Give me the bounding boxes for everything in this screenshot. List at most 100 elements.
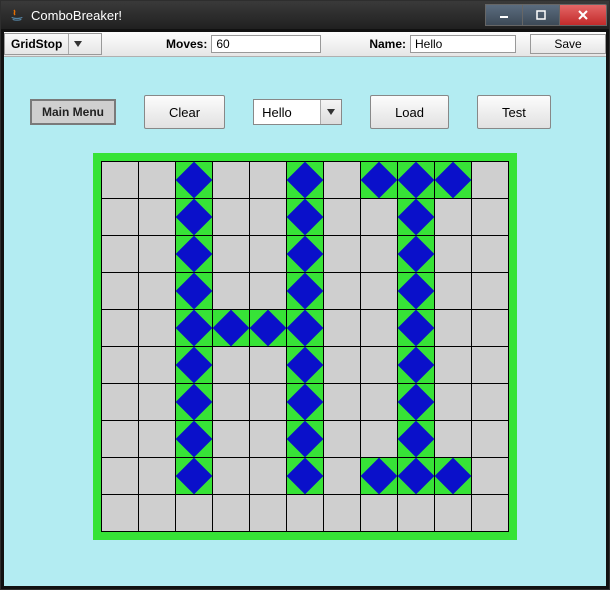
grid-cell[interactable] xyxy=(102,236,138,272)
grid-cell[interactable] xyxy=(435,199,471,235)
grid-cell[interactable] xyxy=(287,495,323,531)
grid-cell[interactable] xyxy=(102,310,138,346)
grid-cell[interactable] xyxy=(287,236,323,272)
grid-cell[interactable] xyxy=(139,199,175,235)
grid-cell[interactable] xyxy=(176,236,212,272)
grid-cell[interactable] xyxy=(139,458,175,494)
grid-cell[interactable] xyxy=(287,347,323,383)
puzzle-select[interactable]: Hello xyxy=(253,99,342,125)
grid-cell[interactable] xyxy=(435,162,471,198)
grid-cell[interactable] xyxy=(435,458,471,494)
grid-cell[interactable] xyxy=(250,495,286,531)
grid-cell[interactable] xyxy=(176,199,212,235)
grid-cell[interactable] xyxy=(139,310,175,346)
grid-cell[interactable] xyxy=(213,384,249,420)
grid-cell[interactable] xyxy=(361,162,397,198)
grid-cell[interactable] xyxy=(435,495,471,531)
grid-cell[interactable] xyxy=(398,162,434,198)
grid-cell[interactable] xyxy=(361,310,397,346)
close-button[interactable] xyxy=(559,4,607,26)
grid-cell[interactable] xyxy=(250,162,286,198)
grid-cell[interactable] xyxy=(250,347,286,383)
grid-cell[interactable] xyxy=(139,236,175,272)
grid-cell[interactable] xyxy=(250,310,286,346)
clear-button[interactable]: Clear xyxy=(144,95,225,129)
grid-cell[interactable] xyxy=(102,273,138,309)
grid-cell[interactable] xyxy=(139,495,175,531)
grid-cell[interactable] xyxy=(398,273,434,309)
grid-cell[interactable] xyxy=(176,347,212,383)
minimize-button[interactable] xyxy=(485,4,523,26)
mode-select[interactable]: GridStop xyxy=(4,33,102,55)
grid-cell[interactable] xyxy=(361,421,397,457)
grid-cell[interactable] xyxy=(472,421,508,457)
grid-cell[interactable] xyxy=(287,421,323,457)
name-input[interactable] xyxy=(410,35,516,53)
grid-cell[interactable] xyxy=(435,384,471,420)
grid-cell[interactable] xyxy=(102,495,138,531)
grid-cell[interactable] xyxy=(361,347,397,383)
grid-cell[interactable] xyxy=(324,199,360,235)
grid-cell[interactable] xyxy=(398,421,434,457)
grid-cell[interactable] xyxy=(176,273,212,309)
load-button[interactable]: Load xyxy=(370,95,449,129)
grid-cell[interactable] xyxy=(176,495,212,531)
grid-cell[interactable] xyxy=(102,347,138,383)
grid-cell[interactable] xyxy=(398,310,434,346)
grid-cell[interactable] xyxy=(435,421,471,457)
grid-cell[interactable] xyxy=(287,384,323,420)
grid-cell[interactable] xyxy=(472,273,508,309)
grid-cell[interactable] xyxy=(435,310,471,346)
grid-cell[interactable] xyxy=(139,421,175,457)
titlebar[interactable]: ComboBreaker! xyxy=(1,1,609,29)
grid-cell[interactable] xyxy=(176,310,212,346)
grid-cell[interactable] xyxy=(472,199,508,235)
grid-cell[interactable] xyxy=(324,273,360,309)
grid-cell[interactable] xyxy=(435,236,471,272)
grid-cell[interactable] xyxy=(213,495,249,531)
grid-cell[interactable] xyxy=(435,347,471,383)
save-button[interactable]: Save xyxy=(530,34,606,54)
grid-cell[interactable] xyxy=(213,310,249,346)
grid-cell[interactable] xyxy=(287,310,323,346)
grid-cell[interactable] xyxy=(139,384,175,420)
test-button[interactable]: Test xyxy=(477,95,551,129)
grid-cell[interactable] xyxy=(250,421,286,457)
grid-cell[interactable] xyxy=(361,199,397,235)
grid-cell[interactable] xyxy=(176,458,212,494)
grid-cell[interactable] xyxy=(398,458,434,494)
grid-cell[interactable] xyxy=(472,384,508,420)
grid-cell[interactable] xyxy=(287,199,323,235)
grid-cell[interactable] xyxy=(324,384,360,420)
grid-cell[interactable] xyxy=(324,310,360,346)
grid-cell[interactable] xyxy=(361,384,397,420)
grid-cell[interactable] xyxy=(324,495,360,531)
grid-cell[interactable] xyxy=(398,347,434,383)
grid-cell[interactable] xyxy=(398,236,434,272)
editor-grid[interactable] xyxy=(101,161,509,532)
grid-cell[interactable] xyxy=(472,458,508,494)
grid-cell[interactable] xyxy=(398,495,434,531)
grid-cell[interactable] xyxy=(102,421,138,457)
maximize-button[interactable] xyxy=(522,4,560,26)
grid-cell[interactable] xyxy=(361,273,397,309)
grid-cell[interactable] xyxy=(287,458,323,494)
grid-cell[interactable] xyxy=(250,458,286,494)
grid-cell[interactable] xyxy=(176,384,212,420)
grid-cell[interactable] xyxy=(435,273,471,309)
grid-cell[interactable] xyxy=(472,236,508,272)
grid-cell[interactable] xyxy=(472,347,508,383)
grid-cell[interactable] xyxy=(213,421,249,457)
grid-cell[interactable] xyxy=(213,236,249,272)
grid-cell[interactable] xyxy=(213,199,249,235)
grid-cell[interactable] xyxy=(472,162,508,198)
moves-input[interactable] xyxy=(211,35,321,53)
main-menu-button[interactable]: Main Menu xyxy=(30,99,116,125)
grid-cell[interactable] xyxy=(176,421,212,457)
grid-cell[interactable] xyxy=(213,162,249,198)
grid-cell[interactable] xyxy=(472,310,508,346)
grid-cell[interactable] xyxy=(398,199,434,235)
grid-cell[interactable] xyxy=(213,458,249,494)
grid-cell[interactable] xyxy=(361,236,397,272)
grid-cell[interactable] xyxy=(361,458,397,494)
